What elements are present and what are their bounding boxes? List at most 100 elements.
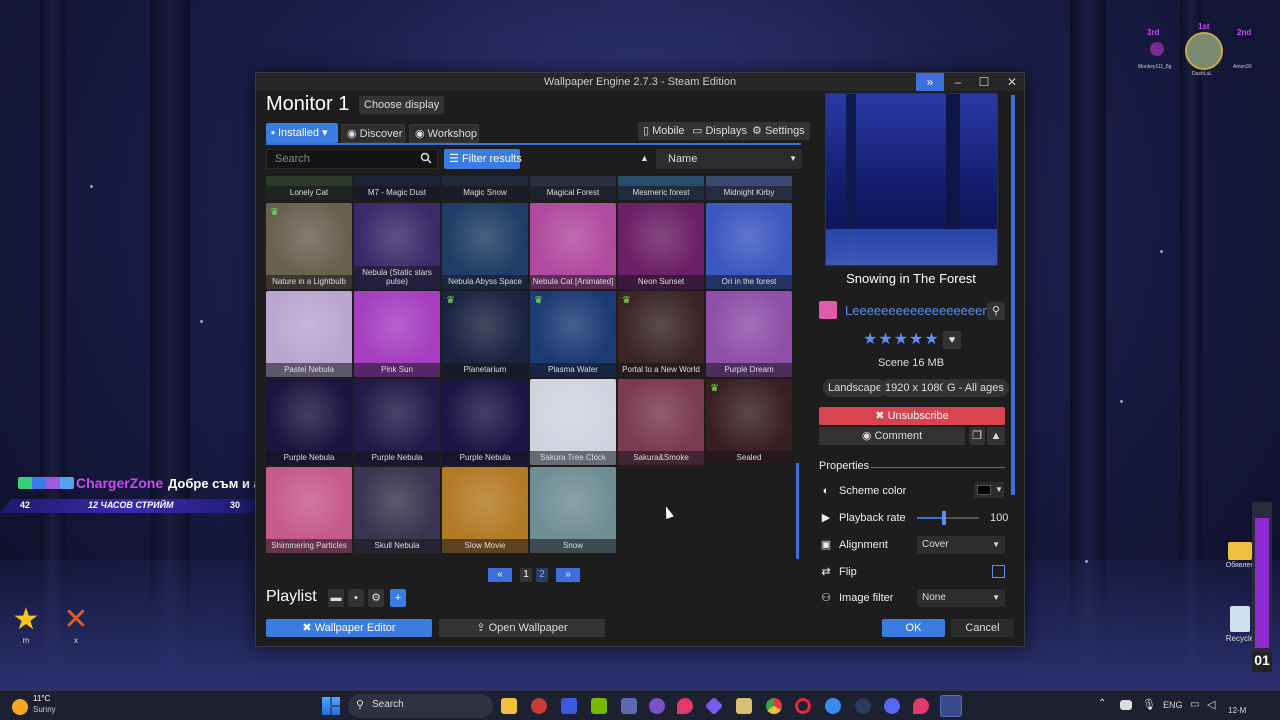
file-explorer-icon[interactable]	[501, 698, 517, 714]
copy-button[interactable]: ❐	[969, 427, 985, 445]
app-icon-notes[interactable]	[736, 698, 752, 714]
wallpaper-item[interactable]: ♛ Portal to a New World	[618, 291, 704, 377]
tray-chevron-icon[interactable]: ⌃	[1098, 698, 1106, 709]
alignment-select[interactable]: Cover ▼	[917, 536, 1005, 554]
tag-landscape[interactable]: Landscape	[823, 379, 887, 397]
wallpaper-item[interactable]: Lonely Cat	[266, 176, 352, 200]
wallpaper-item[interactable]: Magic Snow	[442, 176, 528, 200]
settings-button[interactable]: ⚙ Settings	[747, 122, 810, 140]
wallpaper-item[interactable]: Ori in the forest	[706, 203, 792, 289]
tab-workshop[interactable]: ◉ Workshop	[409, 124, 479, 143]
unsubscribe-button[interactable]: ✖ Unsubscribe	[819, 407, 1005, 425]
filter-results-button[interactable]: ☰ Filter results	[444, 149, 522, 169]
wallpaper-item[interactable]: Purple Nebula	[442, 379, 528, 465]
tray-mic-icon[interactable]: 🎙	[1142, 698, 1156, 711]
wallpaper-item[interactable]: Slow Movie	[442, 467, 528, 553]
tray-network-icon[interactable]: ▭	[1190, 699, 1199, 710]
wallpaper-item[interactable]: Nebula Cat [Animated]	[530, 203, 616, 289]
wallpaper-item[interactable]: Snow	[530, 467, 616, 553]
playback-rate-slider[interactable]	[917, 511, 979, 525]
map-pin-icon[interactable]	[913, 698, 929, 714]
wallpaper-item[interactable]: Purple Dream	[706, 291, 792, 377]
chrome-icon[interactable]	[766, 698, 782, 714]
tab-underline	[266, 143, 801, 145]
author-name[interactable]: Leeeeeeeeeeeeeeeeeen	[845, 303, 990, 318]
wallpaper-item[interactable]: Pastel Nebula	[266, 291, 352, 377]
report-button[interactable]: ▲	[987, 427, 1005, 445]
sort-value: Name	[668, 153, 698, 165]
page-1[interactable]: 1	[520, 568, 532, 582]
steam-icon[interactable]	[855, 698, 871, 714]
tab-discover[interactable]: ◉ Discover	[341, 124, 405, 143]
tray-volume-icon[interactable]: ◁	[1207, 698, 1215, 711]
wallpaper-item[interactable]: ♛ Nature in a Lightbulb	[266, 203, 352, 289]
playlist-settings-button[interactable]: ⚙	[368, 589, 384, 607]
wallpaper-item[interactable]: Neon Sunset	[618, 203, 704, 289]
tab-installed[interactable]: ▪ Installed ▾	[266, 123, 338, 143]
wallpaper-item[interactable]: Shimmering Particles	[266, 467, 352, 553]
tag-resolution[interactable]: 1920 x 1080	[880, 379, 951, 397]
taskbar-search[interactable]: ⚲ Search	[348, 694, 493, 718]
playlist-open-button[interactable]: ▬	[328, 589, 344, 607]
slider-thumb[interactable]	[941, 511, 946, 525]
app-icon-m[interactable]	[561, 698, 577, 714]
wallpaper-item[interactable]: Mesmeric forest	[618, 176, 704, 200]
wallpaper-item[interactable]: ♛ Planetarium	[442, 291, 528, 377]
discord-icon[interactable]	[884, 698, 900, 714]
wallpaper-item[interactable]: Purple Nebula	[266, 379, 352, 465]
clock[interactable]: 12-M	[1228, 706, 1246, 715]
page-2[interactable]: 2	[536, 568, 548, 582]
nvidia-icon[interactable]	[591, 698, 607, 714]
scheme-color-picker[interactable]: ▼	[974, 482, 1004, 498]
comment-button[interactable]: ◉ Comment	[819, 427, 965, 445]
author-search-button[interactable]: ⚲	[987, 302, 1005, 320]
app-icon-diamond[interactable]	[704, 696, 724, 716]
wallpaper-item[interactable]: Purple Nebula	[354, 379, 440, 465]
tray-lang[interactable]: ENG	[1163, 700, 1183, 710]
playlist-add-button[interactable]: +	[390, 589, 406, 607]
search-input[interactable]: Search	[266, 149, 438, 169]
sort-select[interactable]: Name ▼	[656, 149, 802, 169]
wallpaper-item[interactable]: ♛ Plasma Water	[530, 291, 616, 377]
favorite-button[interactable]: ♥	[943, 331, 961, 349]
wallpaper-engine-icon[interactable]	[940, 695, 962, 717]
desktop-icon-x[interactable]: ✕ x	[58, 604, 94, 650]
author-avatar[interactable]	[819, 301, 837, 319]
search-icon[interactable]	[420, 152, 432, 164]
cancel-button[interactable]: Cancel	[951, 619, 1014, 637]
playlist-save-button[interactable]: ▪	[348, 589, 364, 607]
wallpaper-item[interactable]: Nebula Abyss Space	[442, 203, 528, 289]
app-icon-store[interactable]	[621, 698, 637, 714]
desktop-icon-star[interactable]: ★ m	[8, 604, 44, 650]
flip-checkbox[interactable]	[992, 565, 1005, 578]
choose-display-button[interactable]: Choose display	[359, 96, 445, 114]
start-button[interactable]	[322, 697, 340, 715]
page-last-button[interactable]: »	[556, 568, 580, 582]
ok-button[interactable]: OK	[882, 619, 945, 637]
details-scrollbar[interactable]	[1011, 95, 1015, 495]
wallpaper-item[interactable]: Sakura Tree Clock	[530, 379, 616, 465]
mobile-button[interactable]: ▯ Mobile	[638, 122, 690, 140]
open-wallpaper-button[interactable]: ⇪ Open Wallpaper	[439, 619, 605, 637]
viber-icon[interactable]	[649, 698, 665, 714]
wallpaper-item[interactable]: M7 - Magic Dust	[354, 176, 440, 200]
page-first-button[interactable]: «	[488, 568, 512, 582]
app-icon-blue[interactable]	[825, 698, 841, 714]
wallpaper-item[interactable]: Pink Sun	[354, 291, 440, 377]
opera-icon[interactable]	[795, 698, 811, 714]
wallpaper-item[interactable]: Sakura&Smoke	[618, 379, 704, 465]
wallpaper-item[interactable]: Magical Forest	[530, 176, 616, 200]
tag-rating[interactable]: G - All ages	[942, 379, 1009, 397]
wallpaper-item[interactable]: Midnight Kirby	[706, 176, 792, 200]
displays-button[interactable]: ▭ Displays	[687, 122, 753, 140]
wallpaper-item[interactable]: ♛ Sealed	[706, 379, 792, 465]
tray-discord-icon[interactable]	[1120, 700, 1132, 710]
image-filter-select[interactable]: None ▼	[917, 589, 1005, 607]
grid-scrollbar[interactable]	[796, 463, 799, 559]
wallpaper-editor-button[interactable]: ✖ Wallpaper Editor	[266, 619, 432, 637]
wallpaper-item[interactable]: Nebula (Static stars pulse)	[354, 203, 440, 289]
app-icon-chrome-red[interactable]	[531, 698, 547, 714]
map-pin-icon[interactable]	[677, 698, 693, 714]
wallpaper-item[interactable]: Skull Nebula	[354, 467, 440, 553]
sort-direction-icon[interactable]: ▲	[640, 153, 649, 163]
